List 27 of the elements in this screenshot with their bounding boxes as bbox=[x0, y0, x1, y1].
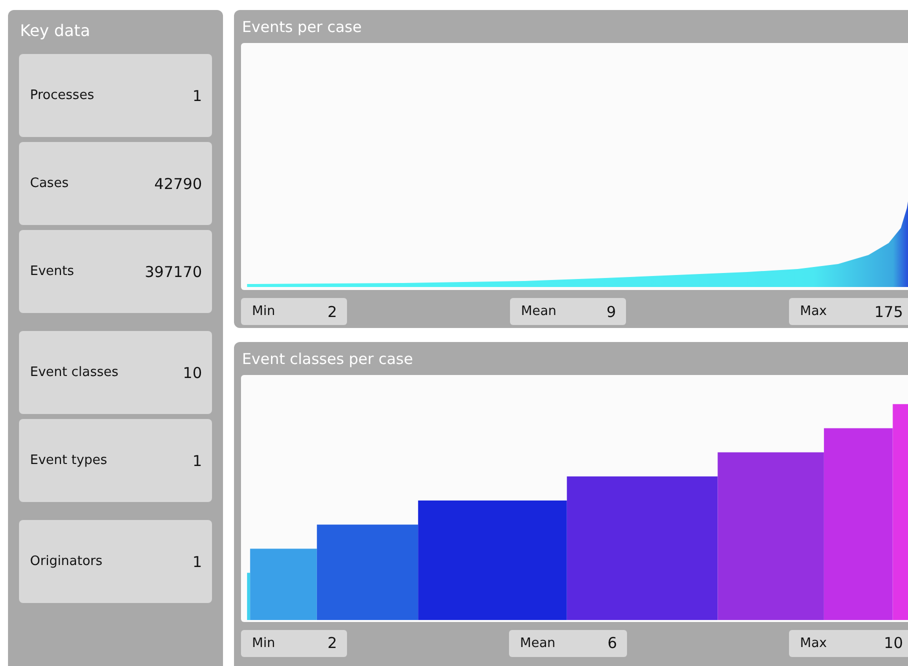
stat-value: 9 bbox=[606, 302, 616, 320]
panel-title: Events per case bbox=[241, 17, 363, 38]
stat-label: Mean bbox=[521, 304, 556, 319]
stat-label: Events bbox=[30, 264, 74, 279]
stat-value: 42790 bbox=[154, 174, 202, 192]
stat-label: Min bbox=[252, 304, 276, 319]
stat-value: 1 bbox=[192, 552, 202, 570]
stat-value: 175 bbox=[874, 302, 903, 320]
stat-value: 10 bbox=[884, 634, 903, 652]
stat-label: Mean bbox=[520, 636, 556, 651]
stat-label: Processes bbox=[30, 88, 94, 103]
stat-label: Event types bbox=[30, 453, 108, 468]
panel-title: Key data bbox=[19, 20, 92, 42]
stat-value: 6 bbox=[607, 634, 617, 652]
stat-label: Max bbox=[800, 636, 827, 651]
panel-title: Event classes per case bbox=[241, 348, 414, 370]
stat-label: Originators bbox=[30, 554, 102, 569]
stat-label: Max bbox=[800, 304, 827, 319]
stat-label: Min bbox=[252, 636, 276, 651]
stat-value: 2 bbox=[327, 634, 337, 652]
stat-label: Cases bbox=[30, 176, 69, 191]
stat-value: 2 bbox=[327, 302, 337, 320]
stat-value: 1 bbox=[192, 452, 202, 470]
stat-value: 397170 bbox=[144, 262, 202, 280]
stat-value: 10 bbox=[182, 364, 202, 382]
stat-value: 1 bbox=[192, 86, 202, 104]
stat-label: Event classes bbox=[30, 365, 118, 380]
